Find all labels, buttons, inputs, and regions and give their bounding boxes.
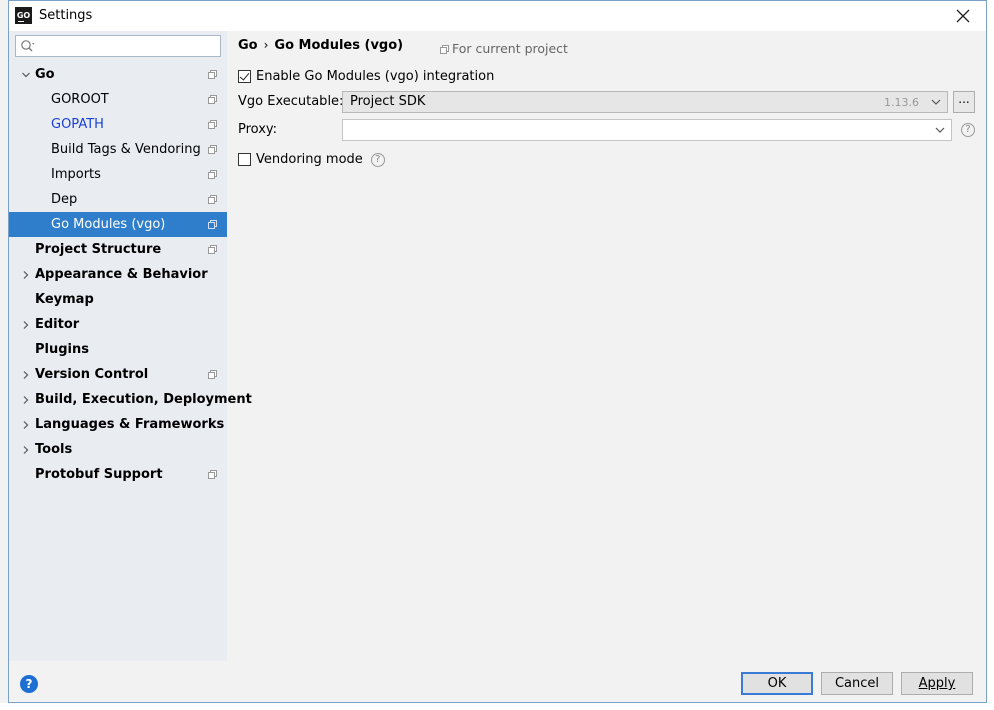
vendoring-mode-label: Vendoring mode	[256, 152, 363, 167]
project-scope-icon	[208, 220, 217, 229]
vgo-executable-label: Vgo Executable:	[238, 94, 344, 109]
sidebar-item-version-control[interactable]: Version Control	[9, 362, 227, 387]
sidebar-item-project-structure[interactable]: Project Structure	[9, 237, 227, 262]
sidebar-item-label: GOPATH	[51, 117, 104, 132]
vendoring-help-icon[interactable]: ?	[370, 152, 385, 167]
sidebar-item-imports[interactable]: Imports	[9, 162, 227, 187]
goland-app-icon: GO	[15, 7, 32, 24]
project-scope-icon	[208, 120, 217, 129]
breadcrumb-parent[interactable]: Go	[238, 38, 258, 53]
dialog-button-bar: ? OK Cancel Apply	[9, 661, 986, 704]
vgo-executable-value: Project SDK	[350, 94, 426, 109]
sidebar-item-label: Project Structure	[35, 242, 162, 257]
chevron-right-icon[interactable]	[21, 262, 31, 287]
proxy-combobox[interactable]	[342, 119, 952, 141]
browse-executable-button[interactable]: ...	[953, 91, 975, 113]
settings-sidebar: Go GOROOT GOPATH Build Tags & Vendoring Impo…	[9, 31, 252, 661]
settings-content: Go › Go Modules (vgo) For current project …	[227, 31, 986, 661]
project-scope-icon	[208, 370, 217, 379]
chevron-down-icon	[931, 99, 941, 105]
window-title: Settings	[39, 8, 93, 23]
sidebar-item-label: Version Control	[35, 367, 149, 382]
search-icon	[21, 40, 35, 52]
sidebar-item-label: Build, Execution, Deployment	[35, 392, 252, 407]
sidebar-item-gopath[interactable]: GOPATH	[9, 112, 227, 137]
vgo-executable-combobox[interactable]: Project SDK 1.13.6	[342, 91, 948, 113]
sidebar-item-label: Protobuf Support	[35, 467, 163, 482]
project-scope-icon	[208, 70, 217, 79]
chevron-right-icon[interactable]	[21, 437, 31, 462]
chevron-right-icon[interactable]	[21, 412, 31, 437]
sidebar-item-tools[interactable]: Tools	[9, 437, 227, 462]
chevron-right-icon[interactable]	[21, 312, 31, 337]
sidebar-item-label: Languages & Frameworks	[35, 417, 225, 432]
close-button[interactable]	[948, 3, 978, 29]
sidebar-item-goroot[interactable]: GOROOT	[9, 87, 227, 112]
enable-vgo-checkbox[interactable]	[238, 70, 251, 83]
breadcrumb: Go › Go Modules (vgo)	[238, 38, 403, 53]
sidebar-item-label: Imports	[51, 167, 101, 182]
project-scope-icon	[208, 170, 217, 179]
sidebar-item-label: Plugins	[35, 342, 89, 357]
scope-label: For current project	[452, 41, 568, 56]
sidebar-item-go-modules-vgo[interactable]: Go Modules (vgo)	[9, 212, 227, 237]
sidebar-item-label: Dep	[51, 192, 78, 207]
sidebar-item-label: Build Tags & Vendoring	[51, 142, 201, 157]
title-bar: GO Settings	[9, 1, 986, 31]
project-scope-icon	[208, 470, 217, 479]
vendoring-mode-checkbox[interactable]	[238, 153, 251, 166]
settings-dialog: GO Settings Go GOROOT GOPATH Build Tags & V…	[8, 0, 987, 703]
settings-tree: Go GOROOT GOPATH Build Tags & Vendoring Impo…	[9, 62, 252, 487]
sidebar-item-go[interactable]: Go	[9, 62, 227, 87]
background-app-strip-bottom	[0, 703, 994, 710]
apply-label: Apply	[918, 676, 956, 691]
sidebar-item-protobuf-support[interactable]: Protobuf Support	[9, 462, 227, 487]
chevron-down-icon	[935, 127, 945, 133]
breadcrumb-separator: ›	[263, 38, 269, 52]
proxy-label: Proxy:	[238, 122, 278, 137]
sidebar-item-appearance-behavior[interactable]: Appearance & Behavior	[9, 262, 227, 287]
vgo-executable-version: 1.13.6	[884, 96, 919, 109]
sidebar-item-label: Tools	[35, 442, 73, 457]
project-scope-icon	[208, 95, 217, 104]
project-scope-icon	[208, 195, 217, 204]
chevron-right-icon[interactable]	[21, 387, 31, 412]
breadcrumb-current: Go Modules (vgo)	[274, 38, 404, 53]
help-button[interactable]: ?	[20, 675, 38, 693]
cancel-button[interactable]: Cancel	[821, 672, 893, 695]
sidebar-item-label: Keymap	[35, 292, 94, 307]
settings-search-input[interactable]	[15, 35, 221, 57]
project-scope-icon	[208, 245, 217, 254]
ok-button[interactable]: OK	[741, 672, 813, 695]
sidebar-item-label: Appearance & Behavior	[35, 267, 208, 282]
sidebar-item-build-tags-vendoring[interactable]: Build Tags & Vendoring	[9, 137, 227, 162]
sidebar-item-label: GOROOT	[51, 92, 109, 107]
chevron-down-icon[interactable]	[21, 62, 31, 87]
sidebar-item-keymap[interactable]: Keymap	[9, 287, 227, 312]
sidebar-item-plugins[interactable]: Plugins	[9, 337, 227, 362]
project-scope-icon	[208, 145, 217, 154]
apply-button[interactable]: Apply	[901, 672, 973, 695]
sidebar-item-label: Go Modules (vgo)	[51, 217, 166, 232]
background-app-strip-right	[987, 0, 994, 703]
vendoring-mode-checkbox-row[interactable]: Vendoring mode ?	[238, 152, 385, 167]
project-scope-icon	[440, 45, 449, 54]
sidebar-item-languages-frameworks[interactable]: Languages & Frameworks	[9, 412, 227, 437]
chevron-right-icon[interactable]	[21, 362, 31, 387]
sidebar-item-build-execution-deployment[interactable]: Build, Execution, Deployment	[9, 387, 252, 412]
enable-vgo-checkbox-row[interactable]: Enable Go Modules (vgo) integration	[238, 69, 494, 84]
enable-vgo-label: Enable Go Modules (vgo) integration	[256, 69, 495, 84]
scope-indicator: For current project	[440, 41, 568, 56]
sidebar-item-label: Go	[35, 67, 55, 82]
sidebar-item-editor[interactable]: Editor	[9, 312, 227, 337]
sidebar-item-label: Editor	[35, 317, 80, 332]
sidebar-item-dep[interactable]: Dep	[9, 187, 227, 212]
proxy-help-icon[interactable]: ?	[961, 123, 975, 137]
close-icon	[956, 9, 970, 23]
